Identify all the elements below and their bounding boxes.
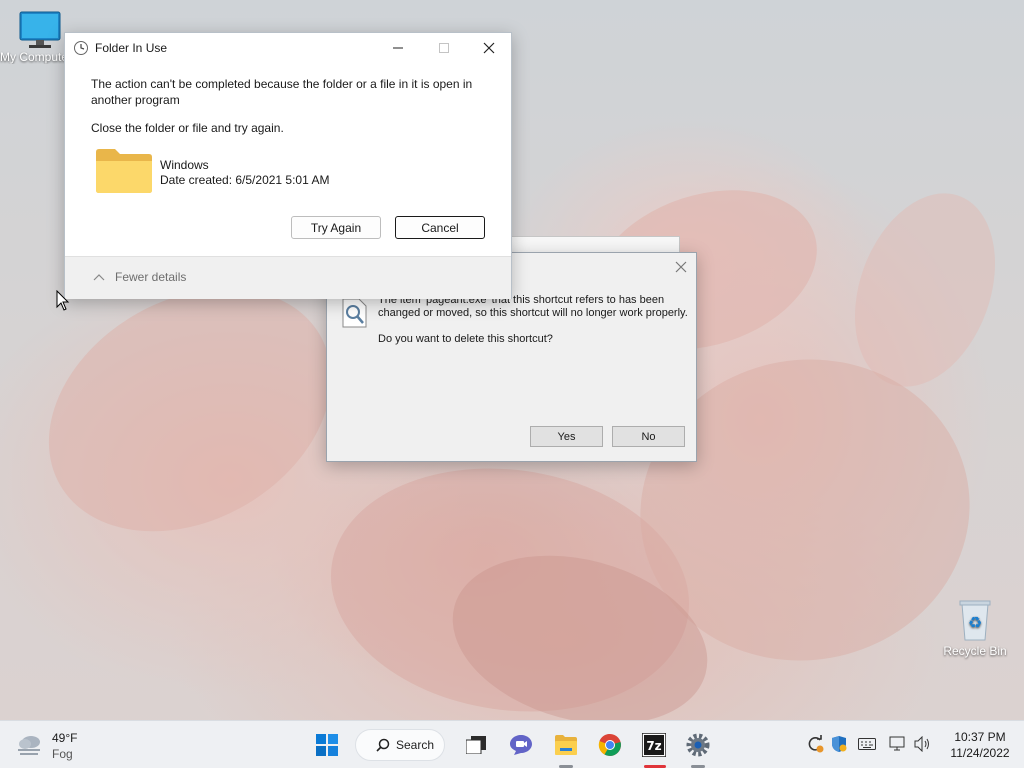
folder-instruction: Close the folder or file and try again. xyxy=(91,121,284,135)
minimize-icon xyxy=(393,47,403,49)
folder-icon xyxy=(96,149,152,193)
shortcut-message-line2: changed or moved, so this shortcut will … xyxy=(378,307,688,319)
chevron-up-icon xyxy=(93,274,105,281)
chrome-button[interactable] xyxy=(594,729,626,761)
keyboard-tray-button[interactable] xyxy=(856,733,878,755)
folder-in-use-dialog: Folder In Use The action can't be comple… xyxy=(64,32,512,299)
clock-icon xyxy=(74,41,88,55)
clock-time: 10:37 PM xyxy=(954,730,1006,744)
svg-text:♻: ♻ xyxy=(968,613,982,632)
recycle-bin-desktop-icon[interactable]: ♻ Recycle Bin xyxy=(935,598,1015,658)
refresh-icon xyxy=(808,735,824,753)
mouse-cursor-icon xyxy=(56,290,70,311)
broken-shortcut-icon xyxy=(342,298,367,328)
taskbar: 49°F Fog Search 7z 10:37 PM 11/24/2022 xyxy=(0,720,1024,768)
settings-icon xyxy=(686,733,710,757)
svg-text:7z: 7z xyxy=(646,739,661,753)
weather-widget[interactable]: 49°F Fog xyxy=(16,729,96,761)
item-name: Windows xyxy=(160,158,209,172)
item-date: Date created: 6/5/2021 5:01 AM xyxy=(160,173,330,187)
search-icon xyxy=(376,738,390,752)
close-button[interactable] xyxy=(466,33,512,63)
chat-icon xyxy=(510,735,532,755)
maximize-icon xyxy=(439,43,449,53)
maximize-button xyxy=(421,33,467,63)
dialog-title: Folder In Use xyxy=(95,41,168,55)
shortcut-close-button[interactable] xyxy=(666,253,696,281)
volume-tray-button[interactable] xyxy=(912,733,934,755)
fewer-details-toggle[interactable]: Fewer details xyxy=(93,270,186,284)
shield-icon xyxy=(832,736,847,752)
cancel-button[interactable]: Cancel xyxy=(395,216,485,239)
file-explorer-button[interactable] xyxy=(550,729,582,761)
clock[interactable]: 10:37 PM 11/24/2022 xyxy=(942,729,1018,761)
folder-message: The action can't be completed because th… xyxy=(91,77,473,107)
security-tray-button[interactable] xyxy=(828,733,850,755)
file-explorer-icon xyxy=(555,735,577,755)
7zip-button[interactable]: 7z xyxy=(638,729,670,761)
close-icon xyxy=(483,42,495,54)
recycle-bin-label: Recycle Bin xyxy=(943,644,1007,658)
network-tray-button[interactable] xyxy=(887,733,909,755)
search-label: Search xyxy=(396,738,435,752)
clock-date: 11/24/2022 xyxy=(950,746,1010,760)
weather-condition: Fog xyxy=(52,747,73,761)
yes-button[interactable]: Yes xyxy=(530,426,603,447)
update-tray-button[interactable] xyxy=(804,733,826,755)
fewer-details-label: Fewer details xyxy=(115,270,187,284)
network-icon xyxy=(889,736,905,751)
7zip-icon: 7z xyxy=(642,733,666,757)
fog-icon xyxy=(18,736,40,755)
monitor-icon xyxy=(19,11,61,48)
close-icon xyxy=(675,261,687,273)
start-button[interactable] xyxy=(311,729,343,761)
keyboard-icon xyxy=(858,738,876,750)
search-button[interactable]: Search xyxy=(355,729,445,761)
task-view-icon xyxy=(466,736,486,754)
speaker-icon xyxy=(914,736,929,752)
settings-button[interactable] xyxy=(682,729,714,761)
task-view-button[interactable] xyxy=(460,729,492,761)
chrome-icon xyxy=(598,733,621,756)
shortcut-question: Do you want to delete this shortcut? xyxy=(378,333,553,345)
recycle-bin-icon: ♻ xyxy=(959,600,991,641)
chat-button[interactable] xyxy=(505,729,537,761)
no-button[interactable]: No xyxy=(612,426,685,447)
minimize-button[interactable] xyxy=(375,33,421,63)
weather-temperature: 49°F xyxy=(52,731,78,745)
try-again-button[interactable]: Try Again xyxy=(291,216,381,239)
start-icon xyxy=(316,734,338,756)
my-computer-label: My Computer xyxy=(0,50,64,64)
